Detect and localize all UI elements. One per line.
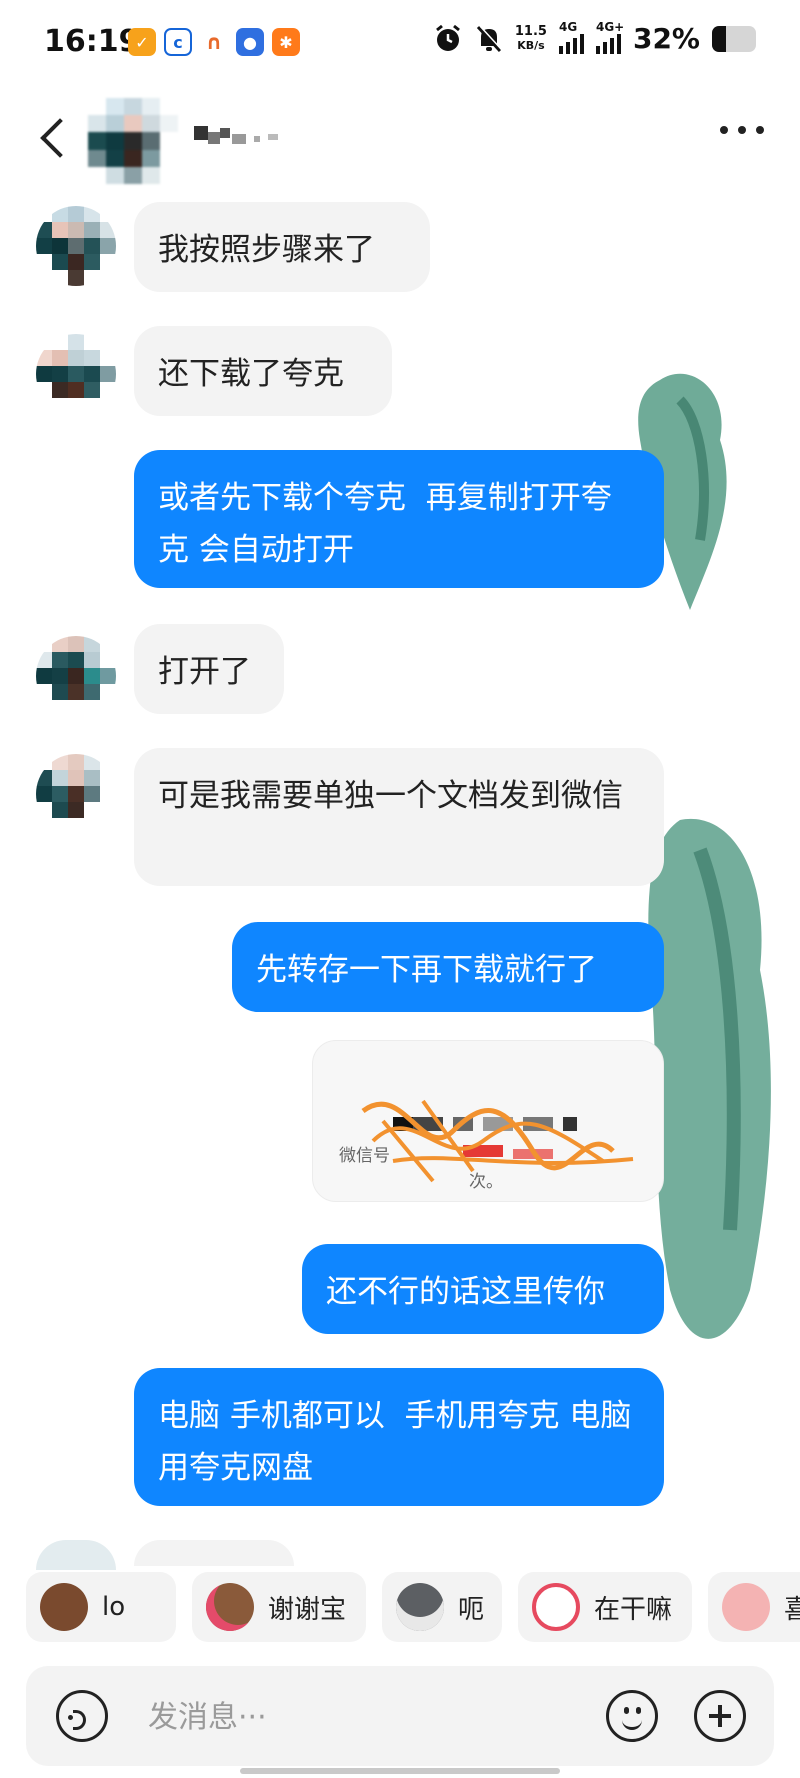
monkey-flower-sticker-icon — [206, 1583, 254, 1631]
card-caption: 微信号 次。 — [339, 1143, 659, 1195]
net-speed-value: 11.5 — [514, 23, 547, 39]
app-notification-icon: ✱ — [272, 28, 300, 56]
more-options-button[interactable] — [720, 126, 764, 134]
incoming-message[interactable]: 还下载了夸克 — [134, 326, 392, 416]
status-time: 16:19 — [44, 24, 140, 59]
quick-reply-label: lo — [102, 1592, 126, 1622]
quick-reply-label: 在干嘛 — [594, 1594, 673, 1625]
app-notification-icon: ∩ — [200, 28, 228, 56]
notification-icons: ✓ c ∩ ● ✱ — [128, 28, 300, 56]
chat-header — [0, 90, 800, 200]
sender-avatar[interactable] — [36, 206, 116, 286]
incoming-message-partial — [134, 1540, 294, 1566]
outgoing-message[interactable]: 电脑 手机都可以 手机用夸克 电脑用夸克网盘 — [134, 1368, 664, 1506]
app-notification-icon: ● — [236, 28, 264, 56]
sender-avatar[interactable] — [36, 754, 116, 834]
emoji-icon[interactable] — [606, 1690, 658, 1742]
contact-avatar[interactable] — [88, 98, 178, 184]
network-type: 4G — [558, 19, 578, 34]
quick-reply-chip[interactable]: 呃 — [382, 1572, 502, 1642]
pig-sticker-icon — [722, 1583, 770, 1631]
network-type: 4G+ — [595, 19, 625, 34]
battery-icon — [712, 25, 756, 52]
quick-reply-chip[interactable]: 喜 — [708, 1572, 800, 1642]
plus-icon[interactable] — [694, 1690, 746, 1742]
app-notification-icon: ✓ — [128, 28, 156, 56]
quick-reply-chip[interactable]: 谢谢宝 — [192, 1572, 366, 1642]
home-indicator[interactable] — [240, 1768, 560, 1774]
sender-avatar[interactable] — [36, 334, 116, 414]
quick-reply-chip[interactable]: 在干嘛 — [518, 1572, 692, 1642]
monkey-sticker-icon — [40, 1583, 88, 1631]
back-button[interactable] — [34, 110, 74, 162]
app-notification-icon: c — [164, 28, 192, 56]
incoming-message[interactable]: 打开了 — [134, 624, 284, 714]
mute-bell-icon — [476, 24, 503, 52]
outgoing-message[interactable]: 还不行的话这里传你 — [302, 1244, 664, 1334]
message-input[interactable] — [146, 1692, 590, 1742]
message-input-bar — [26, 1666, 774, 1766]
alarm-icon — [435, 24, 460, 51]
card-caption-line: 次。 — [469, 1172, 503, 1192]
battery-percent: 32% — [632, 22, 700, 55]
card-caption-line: 微信号 — [339, 1146, 390, 1166]
incoming-message[interactable]: 我按照步骤来了 — [134, 202, 430, 292]
outgoing-message[interactable]: 或者先下载个夸克 再复制打开夸克 会自动打开 — [134, 450, 664, 588]
outgoing-message[interactable]: 先转存一下再下载就行了 — [232, 922, 664, 1012]
status-bar: 16:19 ✓ c ∩ ● ✱ 11.5 KB/s 4G 4G+ 32% — [0, 0, 800, 86]
system-status: 11.5 KB/s 4G 4G+ 32% — [433, 20, 756, 55]
signal-icon: 4G+ — [595, 20, 624, 54]
cat-sticker-icon — [396, 1583, 444, 1631]
quick-reply-label: 呃 — [458, 1594, 485, 1625]
quick-reply-label: 喜 — [784, 1594, 800, 1625]
signal-icon: 4G — [558, 20, 584, 54]
quick-reply-bar: lo 谢谢宝 呃 在干嘛 喜 — [0, 1566, 800, 1652]
bird-sticker-icon — [532, 1583, 580, 1631]
quick-reply-chip[interactable]: lo — [26, 1572, 176, 1642]
voice-icon[interactable] — [56, 1690, 108, 1742]
net-speed-unit: KB/s — [517, 38, 545, 52]
sender-avatar[interactable] — [36, 636, 116, 716]
quick-reply-label: 谢谢宝 — [268, 1594, 347, 1625]
incoming-message[interactable]: 可是我需要单独一个文档发到微信 — [134, 748, 664, 886]
shared-image-card[interactable]: 微信号 次。 — [312, 1040, 664, 1202]
contact-name-redacted — [194, 122, 324, 148]
net-speed: 11.5 KB/s — [514, 23, 547, 53]
